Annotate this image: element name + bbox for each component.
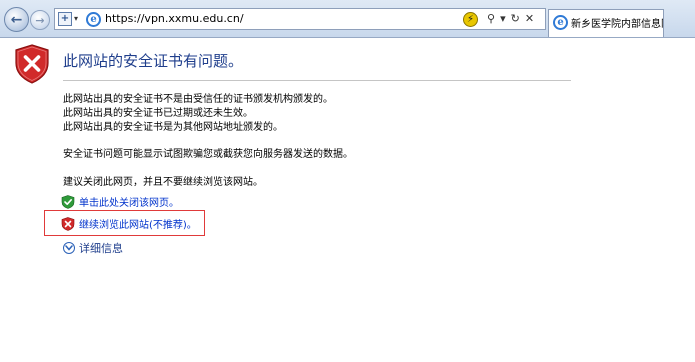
shield-check-icon bbox=[61, 194, 75, 209]
browser-window: ← → + ▾ e https://vpn.xxmu.edu.cn/ ⚡ ⚲ ▾… bbox=[0, 0, 695, 362]
forward-button[interactable]: → bbox=[30, 10, 50, 30]
stop-icon[interactable]: ✕ bbox=[525, 9, 534, 29]
reason-expired: 此网站出具的安全证书已过期或还未生效。 bbox=[63, 108, 253, 119]
browser-toolbar: ← → + ▾ e https://vpn.xxmu.edu.cn/ ⚡ ⚲ ▾… bbox=[0, 0, 695, 38]
address-mode-dropdown-icon[interactable]: ▾ bbox=[74, 11, 78, 27]
reason-untrusted-ca: 此网站出具的安全证书不是由受信任的证书颁发机构颁发的。 bbox=[63, 94, 333, 105]
chevron-down-icon bbox=[65, 245, 73, 251]
shield-x-icon bbox=[15, 44, 49, 84]
title-divider bbox=[63, 80, 571, 81]
security-warning-text: 安全证书问题可能显示试图欺骗您或截获您向服务器发送的数据。 bbox=[63, 149, 353, 160]
chevron-down-circle-icon bbox=[63, 242, 75, 254]
more-information-text[interactable]: 详细信息 bbox=[79, 240, 123, 256]
forward-arrow-icon: → bbox=[35, 13, 45, 27]
tab-favicon-icon: e bbox=[553, 15, 568, 30]
ie-logo-icon: e bbox=[86, 12, 101, 27]
compatibility-view-icon[interactable]: ⚡ bbox=[463, 12, 478, 27]
address-bar[interactable]: + ▾ e https://vpn.xxmu.edu.cn/ ⚡ ⚲ ▾ ↻ ✕ bbox=[54, 8, 546, 30]
url-input[interactable]: https://vpn.xxmu.edu.cn/ bbox=[105, 9, 244, 29]
back-button[interactable]: ← bbox=[4, 7, 29, 32]
close-page-link[interactable]: 单击此处关闭该网页。 bbox=[61, 194, 179, 209]
refresh-icon[interactable]: ↻ bbox=[511, 9, 520, 29]
search-dropdown-icon[interactable]: ▾ bbox=[500, 9, 506, 29]
continue-to-website-link[interactable]: 继续浏览此网站(不推荐)。 bbox=[61, 216, 197, 231]
back-arrow-icon: ← bbox=[10, 11, 23, 28]
page-title: 此网站的安全证书有问题。 bbox=[63, 52, 244, 70]
address-tools: ⚲ ▾ ↻ ✕ bbox=[487, 9, 534, 29]
reason-wrong-address: 此网站出具的安全证书是为其他网站地址颁发的。 bbox=[63, 122, 283, 133]
shield-x-small-icon bbox=[61, 216, 75, 231]
search-icon[interactable]: ⚲ bbox=[487, 9, 495, 29]
continue-link-text[interactable]: 继续浏览此网站(不推荐)。 bbox=[79, 216, 197, 231]
more-information-toggle[interactable]: 详细信息 bbox=[63, 240, 123, 256]
close-page-link-text[interactable]: 单击此处关闭该网页。 bbox=[79, 194, 179, 209]
tab-title: 新乡医学院内部信息网 bbox=[571, 19, 663, 30]
advice-text: 建议关闭此网页，并且不要继续浏览该网站。 bbox=[63, 177, 263, 188]
browser-tab[interactable]: e 新乡医学院内部信息网 bbox=[548, 9, 664, 37]
address-mode-icon[interactable]: + bbox=[58, 12, 72, 26]
